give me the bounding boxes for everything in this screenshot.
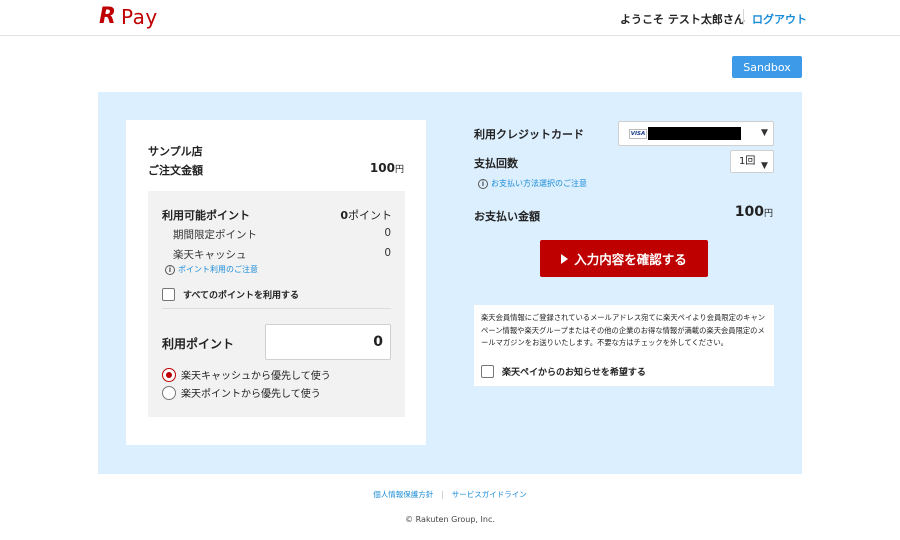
installments-select[interactable]: 1回 ▼ xyxy=(730,150,774,173)
total-payment-label: お支払い金額 xyxy=(474,210,540,223)
header-divider xyxy=(743,9,744,25)
points-section xyxy=(148,191,405,417)
header-bar: R Pay ようこそ テスト太郎さん ログアウト xyxy=(0,0,900,36)
available-points-label: 利用可能ポイント xyxy=(162,209,250,222)
card-number-redacted xyxy=(648,127,741,140)
points-note-text: ポイント利用のご注意 xyxy=(178,265,258,274)
chevron-down-icon: ▼ xyxy=(761,161,768,171)
option-cash-first-label: 楽天キャッシュから優先して使う xyxy=(181,371,331,382)
limited-points-label: 期間限定ポイント xyxy=(173,229,257,241)
info-icon: i xyxy=(165,264,175,275)
radio-cash-first[interactable] xyxy=(162,367,176,382)
rakuten-cash-value: 0 xyxy=(384,247,391,259)
privacy-policy-link[interactable]: 個人情報保護方針 xyxy=(369,490,437,499)
radio-points-first[interactable] xyxy=(162,385,176,400)
option-points-first[interactable]: 楽天ポイントから優先して使う xyxy=(162,385,321,400)
logout-link[interactable]: ログアウト xyxy=(752,11,807,27)
logo-text: Pay xyxy=(120,5,158,29)
order-amount-value: 100円 xyxy=(369,161,404,175)
available-points-value: 0ポイント xyxy=(340,209,392,222)
option-cash-first[interactable]: 楽天キャッシュから優先して使う xyxy=(162,367,331,382)
installments-value: 1回 xyxy=(739,156,756,167)
newsletter-checkbox[interactable]: 楽天ペイからのお知らせを希望する xyxy=(481,365,646,378)
checkbox-box[interactable] xyxy=(481,365,494,378)
use-all-points-checkbox[interactable]: すべてのポイントを利用する xyxy=(162,288,299,301)
footer-separator: | xyxy=(441,490,444,499)
use-points-label: 利用ポイント xyxy=(162,337,235,351)
confirm-button-label: 入力内容を確認する xyxy=(574,253,687,267)
welcome-message: ようこそ テスト太郎さん xyxy=(620,13,745,26)
confirm-button[interactable]: 入力内容を確認する xyxy=(540,240,708,277)
checkbox-box[interactable] xyxy=(162,288,175,301)
rakuten-cash-label: 楽天キャッシュ xyxy=(173,249,247,261)
payment-method-note-link[interactable]: i お支払い方法選択のご注意 xyxy=(478,178,587,189)
footer-links: 個人情報保護方針 | サービスガイドライン xyxy=(0,489,900,500)
payment-method-note-text: お支払い方法選択のご注意 xyxy=(491,179,587,188)
sandbox-badge: Sandbox xyxy=(732,56,802,78)
order-amount-label: ご注文金額 xyxy=(148,164,203,177)
use-points-input[interactable] xyxy=(265,324,391,360)
newsletter-checkbox-label: 楽天ペイからのお知らせを希望する xyxy=(502,368,646,378)
newsletter-text: 楽天会員情報にご登録されているメールアドレス宛てに楽天ペイより会員限定のキャンペ… xyxy=(481,313,766,348)
points-divider xyxy=(162,308,391,309)
service-guideline-link[interactable]: サービスガイドライン xyxy=(448,490,531,499)
shop-name: サンプル店 xyxy=(148,145,203,158)
visa-icon: VISA xyxy=(629,129,647,139)
use-all-points-label: すべてのポイントを利用する xyxy=(183,291,300,301)
rakuten-pay-logo[interactable]: R Pay xyxy=(99,4,158,29)
play-arrow-icon xyxy=(561,253,569,264)
installments-label: 支払回数 xyxy=(474,157,518,170)
chevron-down-icon: ▼ xyxy=(761,128,768,138)
credit-card-label: 利用クレジットカード xyxy=(474,128,584,141)
limited-points-value: 0 xyxy=(384,227,391,239)
logo-r-mark: R xyxy=(99,4,116,29)
points-note-link[interactable]: i ポイント利用のご注意 xyxy=(165,264,258,275)
info-icon: i xyxy=(478,178,488,189)
copyright: © Rakuten Group, Inc. xyxy=(405,515,495,524)
option-points-first-label: 楽天ポイントから優先して使う xyxy=(181,389,321,400)
total-payment-value: 100円 xyxy=(734,204,773,220)
credit-card-select[interactable]: VISA ▼ xyxy=(618,121,774,146)
